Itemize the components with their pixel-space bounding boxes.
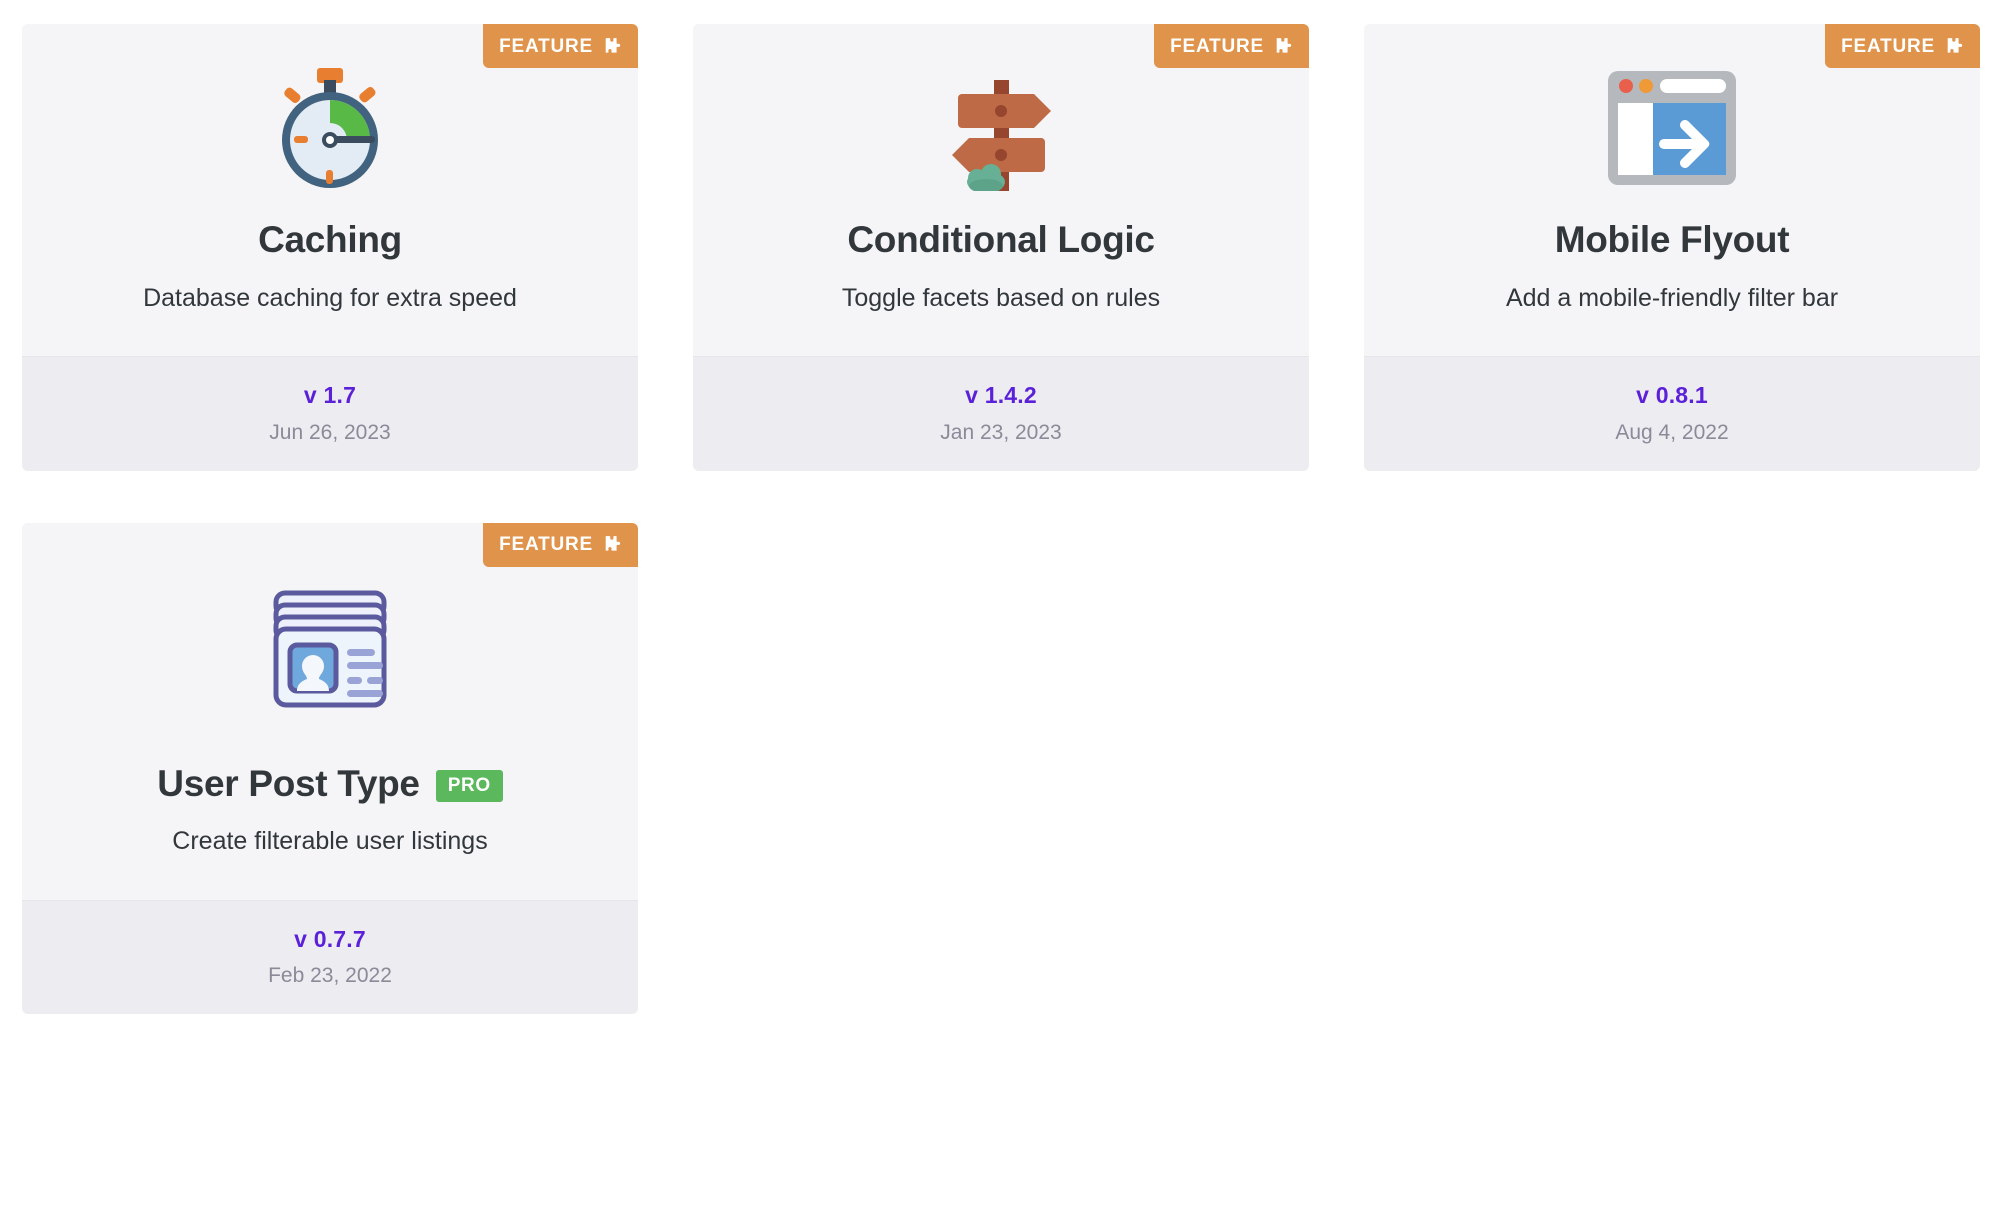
card-subtitle: Toggle facets based on rules [841,283,1161,312]
feature-badge-label: FEATURE [1170,35,1264,57]
card-version: v 1.7 [303,381,357,408]
feature-badge-label: FEATURE [499,35,593,57]
feature-badge-label: FEATURE [499,534,593,556]
feature-card-conditional-logic[interactable]: FEATURE Conditional Logic Toggle facets … [693,24,1309,471]
card-body: User Post Type PRO Create filterable use… [22,522,638,900]
card-title-text: Conditional Logic [847,219,1155,260]
feature-badge: FEATURE [1825,24,1980,68]
feature-card-grid: FEATURE Caching Database caching for ext… [0,0,1996,1038]
feature-badge: FEATURE [483,24,638,68]
card-version: v 0.8.1 [1636,381,1708,408]
feature-badge: FEATURE [1154,24,1309,68]
feature-card-caching[interactable]: FEATURE Caching Database caching for ext… [22,24,638,471]
card-title: User Post Type PRO [137,758,522,805]
card-version: v 0.7.7 [294,925,366,952]
card-body: Caching Database caching for extra speed [22,24,638,356]
card-date: Aug 4, 2022 [1615,420,1729,444]
card-title-text: User Post Type [157,762,420,804]
card-subtitle: Database caching for extra speed [143,283,517,312]
card-date: Jun 26, 2023 [269,420,391,444]
card-version: v 1.4.2 [965,381,1037,408]
puzzle-piece-icon [1273,36,1295,57]
card-footer: v 1.7 Jun 26, 2023 [22,355,638,471]
card-title: Conditional Logic [827,214,1174,261]
card-subtitle: Create filterable user listings [172,827,488,856]
feature-badge-label: FEATURE [1841,35,1935,57]
card-date: Jan 23, 2023 [940,420,1062,444]
card-subtitle: Add a mobile-friendly filter bar [1505,283,1839,312]
puzzle-piece-icon [602,36,624,57]
pro-badge: PRO [435,770,503,803]
card-date: Feb 23, 2022 [268,964,392,988]
card-title-text: Caching [258,219,402,260]
card-footer: v 0.8.1 Aug 4, 2022 [1364,355,1980,471]
card-title-text: Mobile Flyout [1554,219,1790,260]
card-title: Mobile Flyout [1535,214,1810,261]
feature-card-mobile-flyout[interactable]: FEATURE Mobile Flyout Add a mobile-frien… [1364,24,1980,471]
card-footer: v 1.4.2 Jan 23, 2023 [693,355,1309,471]
card-title: Caching [238,214,422,261]
feature-badge: FEATURE [483,522,638,567]
card-body: Mobile Flyout Add a mobile-friendly filt… [1364,24,1980,356]
feature-card-user-post-type[interactable]: FEATURE User Post Type PRO Create filter… [22,522,638,1015]
card-body: Conditional Logic Toggle facets based on… [693,24,1309,356]
puzzle-piece-icon [1944,36,1966,57]
card-footer: v 0.7.7 Feb 23, 2022 [22,899,638,1015]
puzzle-piece-icon [602,534,624,555]
